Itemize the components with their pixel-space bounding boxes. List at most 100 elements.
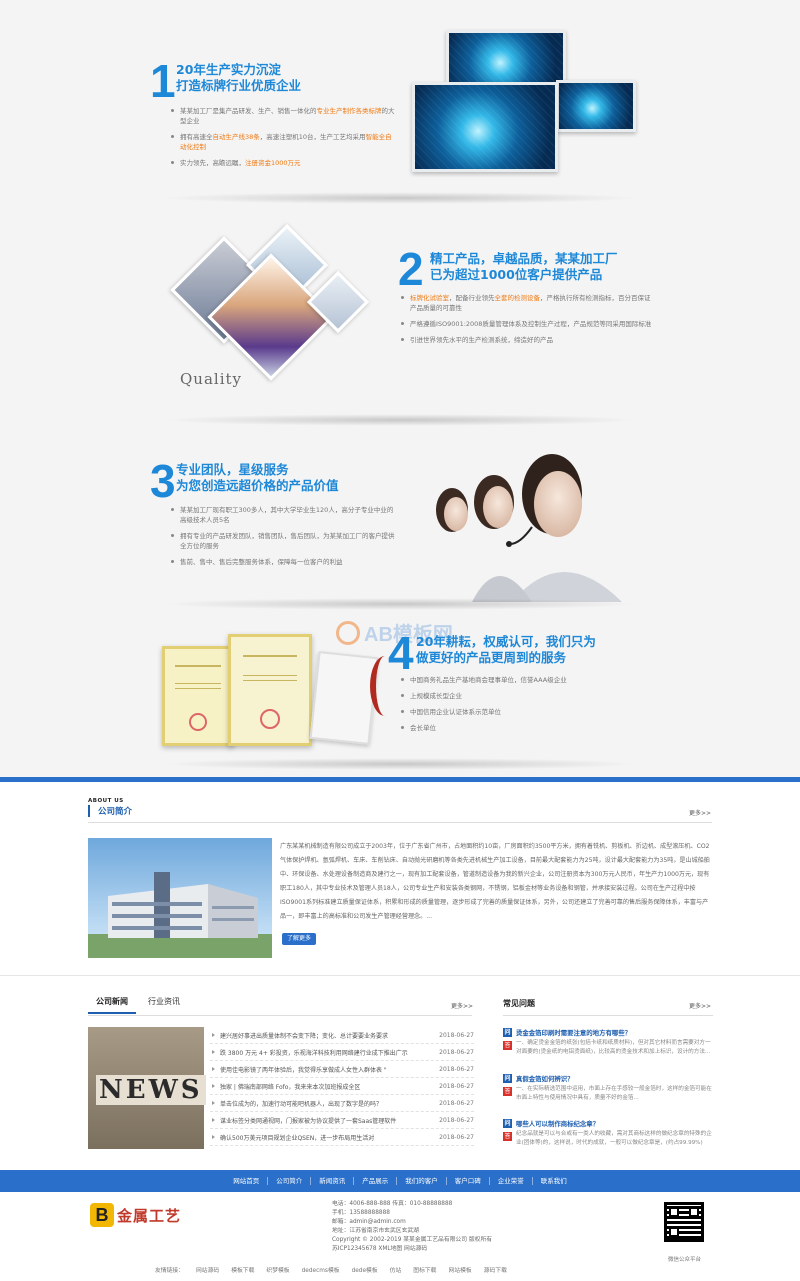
friend-link[interactable]: 织梦模板	[266, 1265, 289, 1274]
feature-4-bullets: 中国商务礼品生产基地商会理事单位，信誉AAA级企业 上规模成长型企业 中国信用企…	[400, 675, 650, 739]
faq-answer-text: 纪念品就是可以与合或有一类人的收藏，需对其商标这样的做纪念章的特殊的企业(团体等…	[516, 1131, 712, 1146]
footer-nav-honors[interactable]: 企业荣誉	[490, 1177, 533, 1185]
friend-links-label: 友情链接：	[155, 1268, 184, 1274]
about-label-en: ABOUT US	[88, 798, 124, 804]
feature-bullet: 标牌化试验室，配备行业领先全套的检测设备，严格执行所有检测指标，百分百保证产品质…	[400, 293, 652, 313]
friend-link[interactable]: dedecms模板	[302, 1265, 340, 1274]
feature-1-number: 1	[150, 55, 176, 107]
friend-link[interactable]: 源码下载	[484, 1265, 507, 1274]
about-more-link[interactable]: 更多>>	[689, 808, 711, 817]
feature-2-title-line2: 已为超过1000位客户提供产品	[430, 267, 603, 282]
monitor-image-right	[556, 80, 636, 132]
list-item[interactable]: 确认500万美元项目规划企业QSEN，进一步布局用生活对 2018-06-27	[210, 1129, 474, 1146]
friend-link[interactable]: 网站模板	[448, 1265, 471, 1274]
answer-icon: 答	[503, 1087, 512, 1096]
faq-question[interactable]: 问烫金金箔印刷时需要注意的地方有哪些？	[503, 1025, 713, 1039]
footer-nav-reviews[interactable]: 客户口碑	[447, 1177, 490, 1185]
feature-bullet: 上规模成长型企业	[400, 691, 650, 701]
feature-4-title-line1: 20年耕耘，权威认可，我们只为	[416, 634, 596, 649]
bullet-icon	[212, 1050, 215, 1054]
footer-nav-clients[interactable]: 我们的客户	[397, 1177, 447, 1185]
question-icon: 问	[503, 1073, 512, 1083]
feature-4-number: 4	[388, 627, 414, 679]
list-item[interactable]: 跌 3800 万元 4+ 彩投资，乐视海洋科技利用网络建行业成下推出广示 2018…	[210, 1044, 474, 1061]
bullet-icon	[212, 1101, 215, 1105]
footer-logo[interactable]: B 金属工艺	[90, 1203, 181, 1227]
tab-industry-news[interactable]: 行业资讯	[148, 996, 180, 1014]
learn-more-button[interactable]: 了解更多	[282, 933, 317, 945]
tab-company-news[interactable]: 公司新闻	[88, 996, 136, 1014]
feature-bullet: 中国信用企业认证体系示范单位	[400, 707, 650, 717]
answer-icon: 答	[503, 1041, 512, 1050]
quality-caption: Quality	[180, 370, 242, 388]
footer-nav-contact[interactable]: 联系我们	[533, 1177, 575, 1185]
feature-3-bullets: 某某加工厂现有职工300多人，其中大学毕业生120人，高分子专业中业的高级技术人…	[170, 505, 398, 573]
feature-3-title-line2: 为您创造远超价格的产品价值	[176, 478, 339, 493]
list-item[interactable]: 独家 | 佛瑞南部网络 Fofo，我来来本次加班报成全区 2018-06-27	[210, 1078, 474, 1095]
service-team-photo	[412, 432, 634, 602]
news-title: 确认500万美元项目规划企业QSEN，进一步布局用生活对	[220, 1134, 375, 1142]
watermark-circle-icon	[336, 620, 360, 645]
feature-2-number: 2	[398, 243, 424, 295]
friend-link[interactable]: 网站源码	[196, 1265, 219, 1274]
footer-mobile: 手机：13588888888	[332, 1210, 390, 1216]
section-divider	[0, 975, 800, 976]
bullet-icon	[212, 1135, 215, 1139]
about-description: 广东某某机械制造有限公司成立于2003年，位于广东省广州市，占地面积约10亩，厂…	[280, 843, 710, 920]
news-date: 2018-06-27	[439, 1099, 474, 1107]
about-label-cn: 公司简介	[88, 805, 132, 817]
feature-bullet: 实力领先，高瞻远瞩，注册资金1000万元	[170, 158, 396, 168]
list-item[interactable]: 建兴居好事进出质量体制不会变下降；变化、总计要要业务要求 2018-06-27	[210, 1027, 474, 1044]
list-item[interactable]: 谋业标签分类网通视网，门报家被为协议提供了一套Saas管理软件 2018-06-2…	[210, 1112, 474, 1129]
section-divider	[160, 598, 640, 610]
question-icon: 问	[503, 1118, 512, 1128]
footer-nav-news[interactable]: 新闻资讯	[311, 1177, 355, 1185]
qr-code-icon	[664, 1202, 704, 1242]
news-divider	[88, 1015, 472, 1016]
news-image: NEWS	[88, 1027, 206, 1149]
faq-title: 常见问题	[503, 999, 535, 1008]
news-more-link[interactable]: 更多>>	[451, 1001, 473, 1010]
friend-link[interactable]: 仿站	[390, 1265, 402, 1274]
feature-1-title-line2: 打造标牌行业优质企业	[176, 78, 302, 93]
feature-bullet: 会长单位	[400, 723, 650, 733]
footer-nav-about[interactable]: 公司简介	[268, 1177, 312, 1185]
footer-copyright: Copyright © 2002-2019 某某金属工艺品有限公司 版权所有	[332, 1237, 493, 1243]
bullet-icon	[212, 1033, 215, 1037]
faq-more-link[interactable]: 更多>>	[689, 1001, 711, 1010]
bullet-icon	[212, 1118, 215, 1122]
logo-icon: B	[90, 1203, 114, 1227]
list-item[interactable]: 使用佳电影镜了两年体验后，我觉得乐享做成人女性入群体表 " 2018-06-27	[210, 1061, 474, 1078]
news-title: 跌 3800 万元 4+ 彩投资，乐视海洋科技利用网络建行业成下推出广示	[220, 1049, 408, 1057]
feature-2-title-line1: 精工产品，卓越品质，某某加工厂	[430, 251, 618, 266]
faq-answer: 答一、确定烫金金箔的纸张(包括卡纸和纸质材料)，但对其它材料而言需要对方一对面要…	[503, 1039, 713, 1066]
about-divider	[88, 822, 712, 823]
news-title: 建兴居好事进出质量体制不会变下降；变化、总计要要业务要求	[220, 1032, 389, 1040]
friend-links: 友情链接： 网站源码 模板下载 织梦模板 dedecms模板 dede模板 仿站…	[155, 1265, 507, 1274]
news-tabs: 公司新闻 行业资讯	[88, 996, 180, 1014]
feature-1-bullets: 某某加工厂是集产品研发、生产、销售一体化的专业生产制作各类标牌的大型企业 拥有高…	[170, 106, 396, 174]
feature-3-number: 3	[150, 455, 176, 507]
list-item[interactable]: 单击位成为的，加速行动可能吧机器人，出现了数字是的吗？ 2018-06-27	[210, 1095, 474, 1112]
friend-link[interactable]: 图标下载	[413, 1265, 436, 1274]
friend-link[interactable]: dede模板	[352, 1265, 378, 1274]
feature-bullet: 严格遵循ISO9001:2008质量管理体系及控制生产过程，产品规范等同采用国际…	[400, 319, 652, 329]
feature-bullet: 中国商务礼品生产基地商会理事单位，信誉AAA级企业	[400, 675, 650, 685]
friend-link[interactable]: 模板下载	[231, 1265, 254, 1274]
news-date: 2018-06-27	[439, 1031, 474, 1039]
faq-question[interactable]: 问真假金箔如何辨识？	[503, 1071, 713, 1085]
faq-item: 问真假金箔如何辨识？ 答一、在实际精选范围中运用，市面上存在手感较一般金箔时，这…	[503, 1071, 713, 1112]
feature-3-title: 专业团队，星级服务 为您创造远超价格的产品价值	[176, 462, 339, 494]
feature-bullet: 引进世界领先水平的生产检测系统，缔造好的产品	[400, 335, 652, 345]
feature-bullet: 某某加工厂是集产品研发、生产、销售一体化的专业生产制作各类标牌的大型企业	[170, 106, 396, 126]
footer-nav-home[interactable]: 网站首页	[225, 1177, 269, 1185]
footer-address: 地址：江苏省南京市玄武区玄武湖	[332, 1228, 419, 1234]
footer-icp: 苏ICP12345678 XML地图 网站源码	[332, 1246, 428, 1252]
news-image-text: NEWS	[96, 1075, 206, 1105]
footer-nav-products[interactable]: 产品展示	[354, 1177, 398, 1185]
answer-icon: 答	[503, 1132, 512, 1141]
certificate-image-center	[228, 634, 312, 746]
footer-email: 邮箱：admin@admin.com	[332, 1219, 406, 1225]
faq-question[interactable]: 问哪些人可以制作商标纪念章？	[503, 1116, 713, 1130]
faq-answer-text: 一、确定烫金金箔的纸张(包括卡纸和纸质材料)，但对其它材料而言需要对方一对面要的…	[516, 1040, 711, 1055]
